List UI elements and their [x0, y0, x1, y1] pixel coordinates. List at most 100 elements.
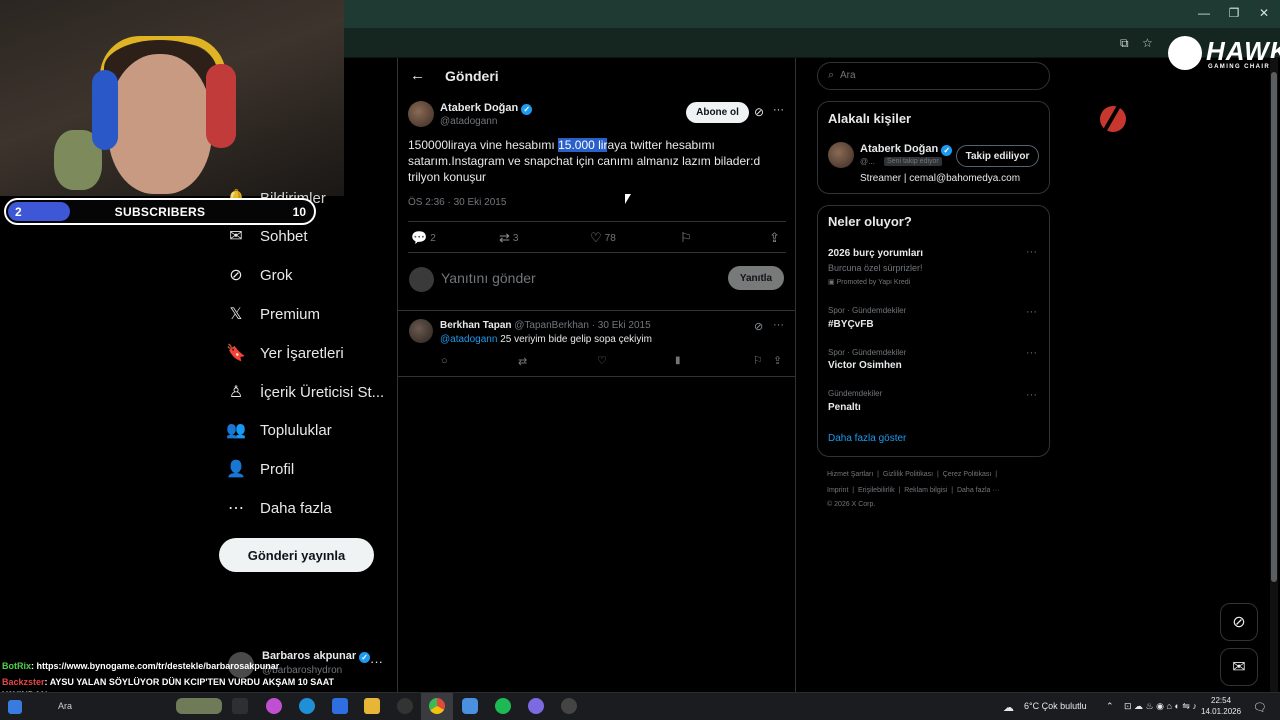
headset-right-cup: [206, 64, 236, 148]
more-icon[interactable]: ···: [1026, 389, 1037, 401]
sidebar-item-label: Premium: [260, 305, 321, 323]
widget-image-icon[interactable]: [176, 698, 222, 714]
trend-name[interactable]: 2026 burç yorumları: [828, 248, 923, 259]
footer-link[interactable]: Erişilebilirlik: [858, 487, 895, 494]
app-icon[interactable]: [462, 698, 478, 714]
retweet-icon: ⇄: [499, 230, 510, 245]
more-icon[interactable]: ···: [1026, 347, 1037, 359]
chat-user: BotRix: [2, 661, 31, 671]
promo-label: ▣ Promoted by Yapı Kredi: [828, 278, 910, 286]
spotify-icon[interactable]: [495, 698, 511, 714]
edge-icon[interactable]: [299, 698, 315, 714]
subscribe-button[interactable]: Abone ol: [686, 102, 749, 123]
footer-link[interactable]: Çerez Politikası: [943, 471, 992, 478]
store-icon[interactable]: [332, 698, 348, 714]
sidebar-item-yer-i-şaretleri[interactable]: 🔖 Yer İşaretleri: [226, 341, 344, 365]
tray-icons[interactable]: ⊡ ☁ ♨ ◉ ⌂ ◐ ⇋ ♪: [1124, 701, 1197, 712]
following-button[interactable]: Takip ediliyor: [956, 145, 1039, 167]
divider: [408, 252, 786, 253]
sidebar-item-profil[interactable]: 👤 Profil: [226, 457, 294, 481]
app-icon[interactable]: [561, 698, 577, 714]
share-action[interactable]: ⇪: [769, 230, 780, 246]
reply-icon[interactable]: ○: [441, 355, 448, 367]
retweet-action[interactable]: ⇄ 3: [499, 230, 518, 246]
start-icon[interactable]: [8, 700, 22, 714]
mention-link[interactable]: @atadogann: [440, 334, 497, 345]
task-view-icon[interactable]: [232, 698, 248, 714]
sidebar-item-daha-fazla[interactable]: ⋯ Daha fazla: [226, 496, 332, 520]
app-icon[interactable]: [528, 698, 544, 714]
avatar[interactable]: [408, 101, 434, 127]
sidebar-item-sohbet[interactable]: ✉ Sohbet: [226, 224, 307, 248]
chevron-up-icon[interactable]: ⌃: [1106, 701, 1114, 712]
trend-name[interactable]: Victor Osimhen: [828, 360, 902, 371]
subscriber-goal-label: SUBSCRIBERS: [114, 205, 206, 219]
page-scrollbar[interactable]: [1270, 58, 1278, 692]
copilot-icon[interactable]: [266, 698, 282, 714]
post-button[interactable]: Gönderi yayınla: [219, 538, 374, 572]
more-icon[interactable]: ···: [773, 319, 784, 331]
footer-link[interactable]: Gizlilik Politikası: [883, 471, 933, 478]
trend-name[interactable]: Penaltı: [828, 402, 861, 413]
grok-float-button[interactable]: ⊘: [1220, 603, 1258, 641]
sidebar-item-label: Daha fazla: [260, 499, 332, 517]
reply-text: @atadogann 25 veriyim bide gelip sopa çe…: [440, 334, 652, 345]
footer-link[interactable]: Imprint: [827, 487, 848, 494]
more-icon[interactable]: ···: [370, 654, 383, 669]
bookmark-action[interactable]: ⚐: [680, 230, 692, 246]
sidebar-item-i-çerik-üreticisi-st-[interactable]: ♙ İçerik Üreticisi St...: [226, 380, 384, 404]
trend-name[interactable]: #BYÇvFB: [828, 319, 874, 330]
minimize-button[interactable]: —: [1196, 6, 1212, 20]
obs-icon[interactable]: [397, 698, 413, 714]
more-icon[interactable]: ···: [773, 104, 784, 116]
clock-time: 22:54: [1211, 696, 1232, 705]
avatar[interactable]: [409, 319, 433, 343]
related-name[interactable]: Ataberk Doğan: [860, 143, 938, 155]
show-more-link[interactable]: Daha fazla göster: [828, 433, 906, 444]
related-bio: Streamer | cemal@bahomedya.com: [860, 173, 1021, 184]
tweet-author[interactable]: Ataberk Doğan: [440, 102, 518, 114]
clock[interactable]: 22:54 14.01.2026: [1201, 695, 1241, 717]
search-input[interactable]: ⌕ Ara: [817, 62, 1050, 90]
trend-desc: Burcuna özel sürprizler!: [828, 263, 923, 273]
avatar[interactable]: [828, 142, 854, 168]
taskbar-search[interactable]: Ara: [58, 701, 72, 711]
reply-input[interactable]: Yanıtını gönder: [441, 270, 536, 286]
install-app-icon[interactable]: ⧉: [1120, 36, 1129, 51]
reply-action[interactable]: 💬 2: [411, 230, 436, 246]
promoted-icon: ▣: [828, 279, 837, 286]
bookmark-icon[interactable]: ⚐: [753, 354, 763, 367]
more-icon[interactable]: ···: [1026, 246, 1037, 258]
back-arrow-icon[interactable]: ←: [410, 67, 425, 84]
weather-text[interactable]: 6°C Çok bulutlu: [1024, 701, 1087, 711]
footer-link[interactable]: Hizmet Şartları: [827, 471, 873, 478]
retweet-icon[interactable]: ⇄: [518, 355, 527, 368]
more-icon[interactable]: ···: [1026, 306, 1037, 318]
close-button[interactable]: ✕: [1256, 6, 1272, 20]
file-explorer-icon[interactable]: [364, 698, 380, 714]
like-action[interactable]: ♡ 78: [590, 230, 616, 246]
share-icon[interactable]: ⇪: [773, 354, 782, 367]
notification-icon[interactable]: 🗨: [1253, 701, 1267, 714]
footer-link[interactable]: Reklam bilgisi: [904, 487, 947, 494]
messages-float-button[interactable]: ✉: [1220, 648, 1258, 686]
tweet-timestamp[interactable]: ÖS 2:36 · 30 Eki 2015: [408, 197, 506, 208]
creator-studio-icon: ♙: [228, 384, 244, 401]
sidebar-item-premium[interactable]: 𝕏 Premium: [226, 302, 320, 326]
footer-links: Imprint | Erişilebilirlik | Reklam bilgi…: [827, 487, 1000, 494]
grok-icon[interactable]: ⊘: [754, 320, 763, 333]
reply-author[interactable]: Berkhan Tapan: [440, 320, 512, 331]
views-icon[interactable]: ▮: [675, 355, 681, 366]
sidebar-item-topluluklar[interactable]: 👥 Topluluklar: [226, 418, 332, 442]
sidebar-item-grok[interactable]: ⊘ Grok: [226, 263, 292, 287]
heart-icon[interactable]: ♡: [597, 354, 607, 367]
reply-button[interactable]: Yanıtla: [728, 266, 784, 290]
scrollbar-thumb[interactable]: [1271, 72, 1277, 582]
footer-link[interactable]: Daha fazla ···: [957, 487, 999, 494]
bookmark-star-icon[interactable]: ☆: [1142, 36, 1153, 50]
tweet-handle[interactable]: @atadogann: [440, 116, 497, 127]
grok-icon[interactable]: ⊘: [754, 105, 764, 119]
chrome-icon[interactable]: [429, 698, 445, 714]
subscriber-goal: 10: [292, 205, 306, 219]
restore-button[interactable]: ❐: [1226, 6, 1242, 20]
